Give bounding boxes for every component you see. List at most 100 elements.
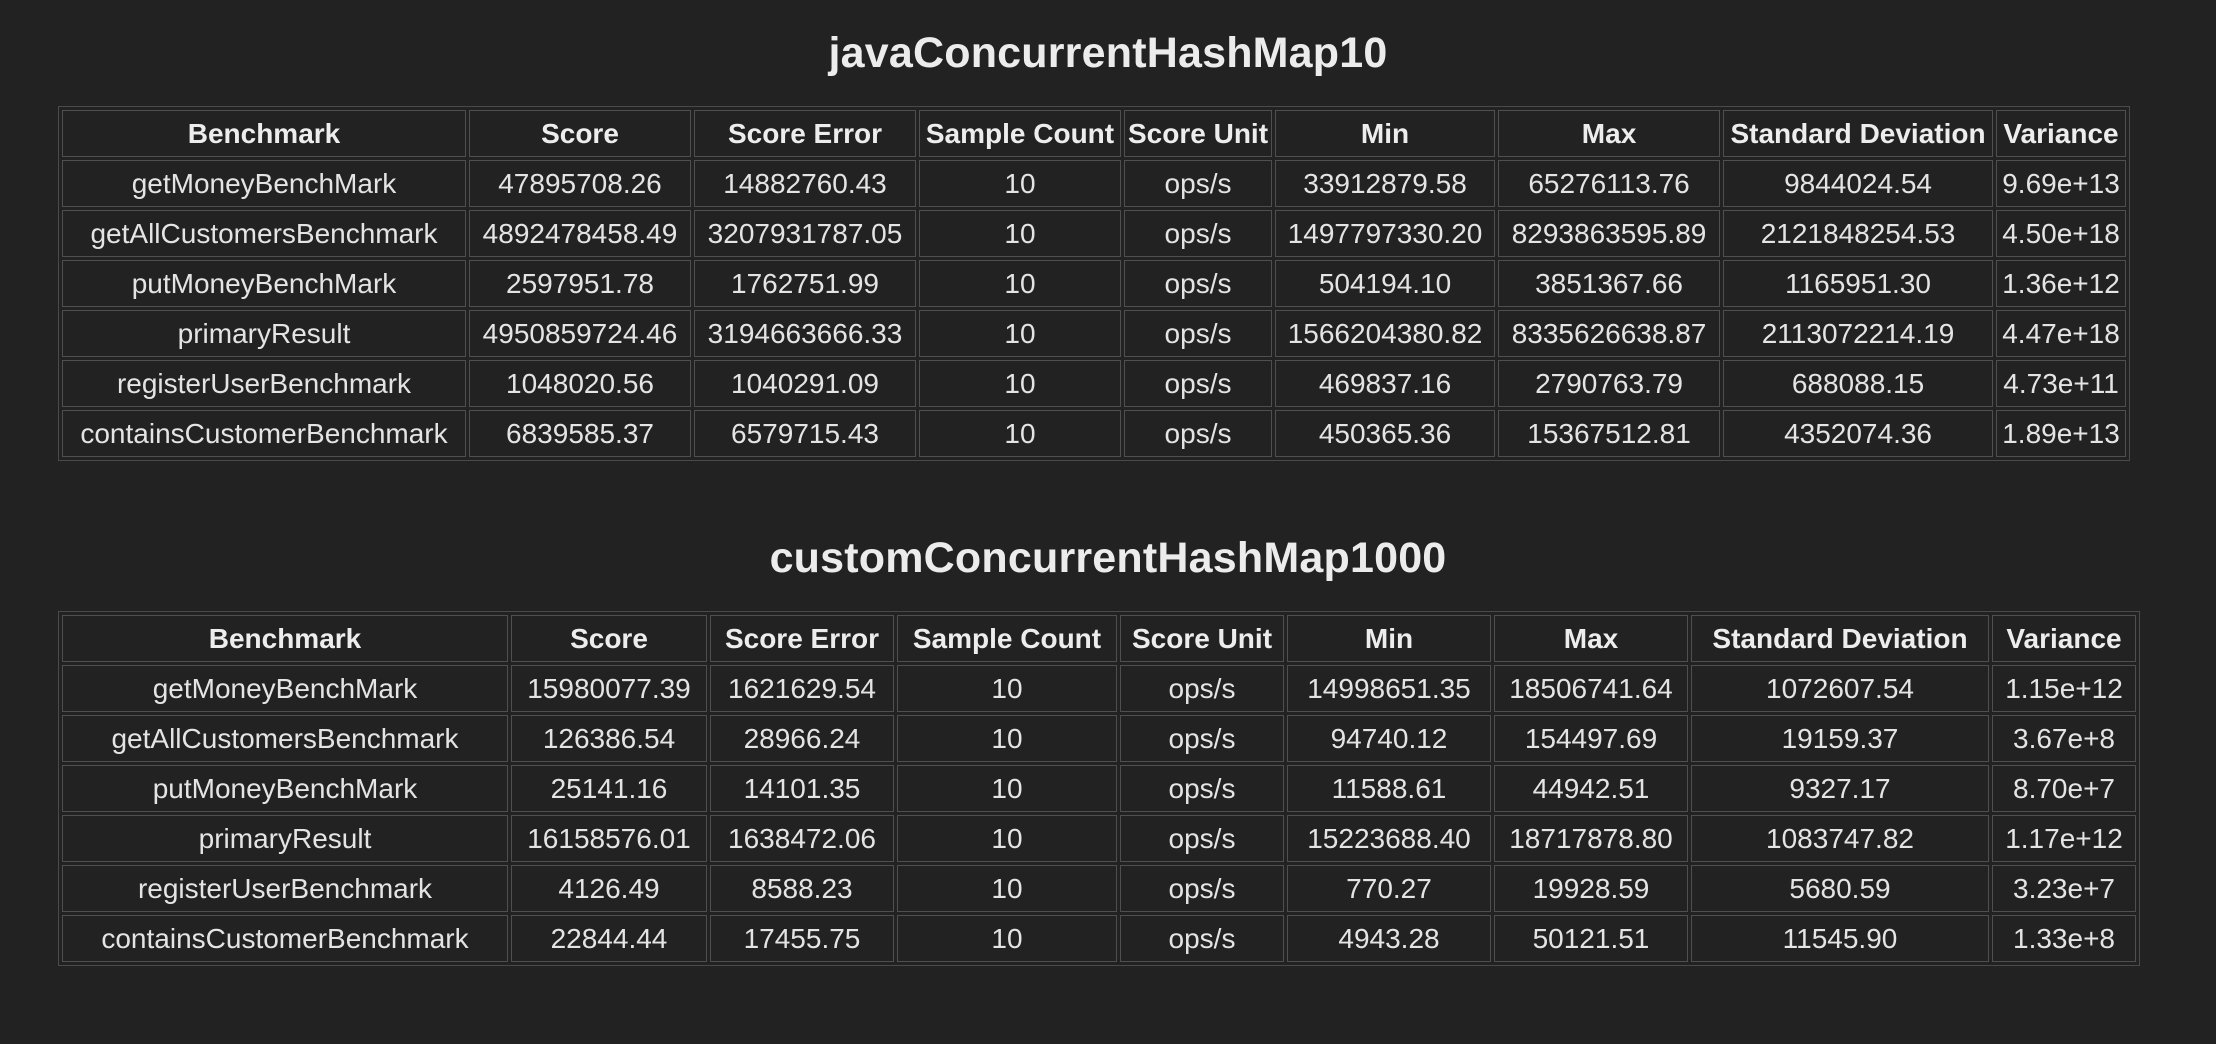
column-header: Score xyxy=(511,615,707,662)
table-cell: 15223688.40 xyxy=(1287,815,1491,862)
table-cell: 14101.35 xyxy=(710,765,894,812)
column-header: Score Error xyxy=(694,110,916,157)
table-cell: 1.17e+12 xyxy=(1992,815,2136,862)
column-header: Benchmark xyxy=(62,615,508,662)
table-cell: 8.70e+7 xyxy=(1992,765,2136,812)
table-cell: getMoneyBenchMark xyxy=(62,160,466,207)
table-cell: 770.27 xyxy=(1287,865,1491,912)
table-cell: 6839585.37 xyxy=(469,410,691,457)
column-header: Score Unit xyxy=(1120,615,1284,662)
column-header: Sample Count xyxy=(897,615,1117,662)
table-cell: 11588.61 xyxy=(1287,765,1491,812)
table-cell: 10 xyxy=(919,260,1121,307)
table-cell: 18717878.80 xyxy=(1494,815,1688,862)
table-cell: containsCustomerBenchmark xyxy=(62,410,466,457)
table-cell: registerUserBenchmark xyxy=(62,865,508,912)
table-cell: 65276113.76 xyxy=(1498,160,1721,207)
table-row: containsCustomerBenchmark 6839585.37 657… xyxy=(62,410,2127,457)
table-cell: 1638472.06 xyxy=(710,815,894,862)
column-header: Score Error xyxy=(710,615,894,662)
section-title: javaConcurrentHashMap10 xyxy=(828,29,1388,77)
benchmark-section-java: javaConcurrentHashMap10 Benchmark Score … xyxy=(58,0,2158,461)
table-cell: ops/s xyxy=(1124,360,1273,407)
table-cell: 4126.49 xyxy=(511,865,707,912)
table-cell: 44942.51 xyxy=(1494,765,1688,812)
table-cell: 14882760.43 xyxy=(694,160,916,207)
table-cell: 94740.12 xyxy=(1287,715,1491,762)
table-cell: 19159.37 xyxy=(1691,715,1989,762)
column-header: Standard Deviation xyxy=(1723,110,1994,157)
column-header: Variance xyxy=(1996,110,2127,157)
table-cell: ops/s xyxy=(1120,815,1284,862)
column-header: Sample Count xyxy=(919,110,1121,157)
column-header: Score Unit xyxy=(1124,110,1273,157)
table-cell: 3194663666.33 xyxy=(694,310,916,357)
table-cell: 9.69e+13 xyxy=(1996,160,2127,207)
column-header: Variance xyxy=(1992,615,2136,662)
table-cell: 25141.16 xyxy=(511,765,707,812)
table-cell: getMoneyBenchMark xyxy=(62,665,508,712)
table-cell: 1083747.82 xyxy=(1691,815,1989,862)
table-cell: getAllCustomersBenchmark xyxy=(62,715,508,762)
table-cell: 10 xyxy=(897,815,1117,862)
table-cell: ops/s xyxy=(1124,210,1273,257)
table-cell: 10 xyxy=(897,765,1117,812)
table-row: registerUserBenchmark 4126.49 8588.23 10… xyxy=(62,865,2136,912)
table-cell: 1040291.09 xyxy=(694,360,916,407)
table-cell: 10 xyxy=(919,210,1121,257)
benchmark-table: Benchmark Score Score Error Sample Count… xyxy=(58,611,2140,966)
table-cell: 16158576.01 xyxy=(511,815,707,862)
table-row: putMoneyBenchMark 2597951.78 1762751.99 … xyxy=(62,260,2127,307)
table-cell: 4943.28 xyxy=(1287,915,1491,962)
table-cell: 1497797330.20 xyxy=(1275,210,1496,257)
table-cell: 15367512.81 xyxy=(1498,410,1721,457)
column-header: Max xyxy=(1498,110,1721,157)
table-row: getAllCustomersBenchmark 4892478458.49 3… xyxy=(62,210,2127,257)
table-cell: 10 xyxy=(919,410,1121,457)
table-cell: 1.89e+13 xyxy=(1996,410,2127,457)
table-cell: ops/s xyxy=(1124,310,1273,357)
table-cell: 8335626638.87 xyxy=(1498,310,1721,357)
table-cell: 15980077.39 xyxy=(511,665,707,712)
table-cell: 126386.54 xyxy=(511,715,707,762)
table-cell: 688088.15 xyxy=(1723,360,1994,407)
table-cell: 5680.59 xyxy=(1691,865,1989,912)
table-cell: putMoneyBenchMark xyxy=(62,765,508,812)
table-cell: 10 xyxy=(897,865,1117,912)
table-cell: 50121.51 xyxy=(1494,915,1688,962)
benchmark-table: Benchmark Score Score Error Sample Count… xyxy=(58,106,2131,461)
table-cell: 1566204380.82 xyxy=(1275,310,1496,357)
table-cell: 1621629.54 xyxy=(710,665,894,712)
table-cell: 1762751.99 xyxy=(694,260,916,307)
column-header: Min xyxy=(1275,110,1496,157)
table-row: getAllCustomersBenchmark 126386.54 28966… xyxy=(62,715,2136,762)
table-cell: 4.73e+11 xyxy=(1996,360,2127,407)
table-cell: 504194.10 xyxy=(1275,260,1496,307)
table-cell: 18506741.64 xyxy=(1494,665,1688,712)
table-cell: ops/s xyxy=(1120,665,1284,712)
table-cell: 9844024.54 xyxy=(1723,160,1994,207)
table-cell: 14998651.35 xyxy=(1287,665,1491,712)
table-header-row: Benchmark Score Score Error Sample Count… xyxy=(62,615,2136,662)
table-cell: 9327.17 xyxy=(1691,765,1989,812)
benchmark-section-custom: customConcurrentHashMap1000 Benchmark Sc… xyxy=(58,505,2158,966)
table-cell: 10 xyxy=(897,665,1117,712)
table-cell: ops/s xyxy=(1120,765,1284,812)
table-cell: 2597951.78 xyxy=(469,260,691,307)
table-cell: getAllCustomersBenchmark xyxy=(62,210,466,257)
table-row: registerUserBenchmark 1048020.56 1040291… xyxy=(62,360,2127,407)
column-header: Max xyxy=(1494,615,1688,662)
table-cell: 4950859724.46 xyxy=(469,310,691,357)
table-cell: 2121848254.53 xyxy=(1723,210,1994,257)
table-cell: 469837.16 xyxy=(1275,360,1496,407)
table-cell: 8293863595.89 xyxy=(1498,210,1721,257)
table-cell: 10 xyxy=(897,915,1117,962)
table-header-row: Benchmark Score Score Error Sample Count… xyxy=(62,110,2127,157)
table-cell: 4.50e+18 xyxy=(1996,210,2127,257)
table-cell: ops/s xyxy=(1120,715,1284,762)
column-header: Benchmark xyxy=(62,110,466,157)
table-cell: 33912879.58 xyxy=(1275,160,1496,207)
table-cell: ops/s xyxy=(1124,410,1273,457)
table-cell: 11545.90 xyxy=(1691,915,1989,962)
table-cell: putMoneyBenchMark xyxy=(62,260,466,307)
